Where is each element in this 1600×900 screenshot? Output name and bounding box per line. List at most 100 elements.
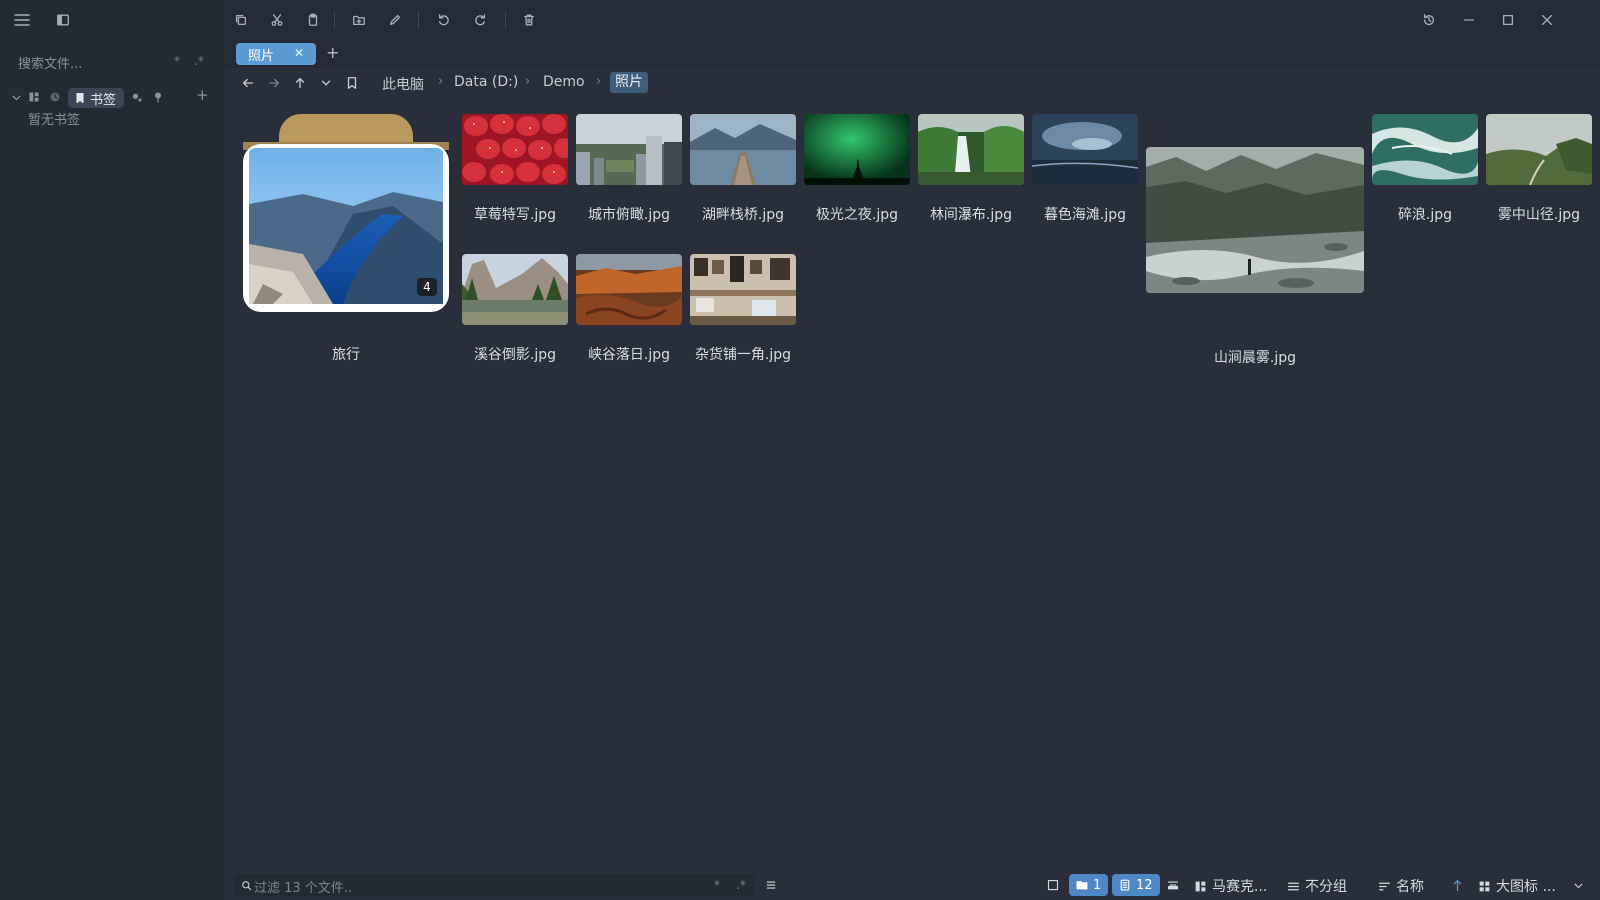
breadcrumb-item[interactable]: Demo: [543, 74, 585, 90]
file-tile[interactable]: 杂货铺一角.jpg: [690, 254, 796, 374]
chevron-down-icon[interactable]: [1572, 879, 1584, 891]
list-options-icon[interactable]: [764, 878, 778, 892]
file-thumbnail: [918, 114, 1024, 185]
search-glob-toggle[interactable]: *: [174, 54, 180, 68]
tab-close-icon[interactable]: ✕: [294, 46, 304, 60]
history-icon[interactable]: [1420, 12, 1438, 28]
close-window-icon[interactable]: [1538, 12, 1556, 28]
file-thumbnail: [576, 114, 682, 185]
file-thumbnail: [462, 114, 568, 185]
redo-icon[interactable]: [471, 12, 489, 28]
large-icons-icon: [1478, 880, 1491, 893]
file-name: 杂货铺一角.jpg: [694, 347, 792, 363]
tab-label: 照片: [248, 48, 275, 64]
folder-count-badge: 4: [417, 278, 437, 296]
breadcrumb-item[interactable]: Data (D:): [454, 74, 518, 90]
file-tile[interactable]: 暮色海滩.jpg: [1032, 114, 1138, 234]
file-tile[interactable]: 林间瀑布.jpg: [918, 114, 1024, 234]
undo-icon[interactable]: [435, 12, 453, 28]
rename-icon[interactable]: [386, 12, 404, 28]
file-tile[interactable]: 雾中山径.jpg: [1486, 114, 1592, 234]
location-icon[interactable]: [151, 90, 165, 104]
folder-name: 旅行: [332, 347, 360, 363]
view-selector[interactable]: 大图标 ...: [1478, 876, 1556, 896]
delete-icon[interactable]: [520, 12, 538, 28]
file-name: 林间瀑布.jpg: [929, 207, 1013, 223]
toggle-sidebar-icon[interactable]: [52, 10, 74, 30]
file-thumbnail: [1146, 147, 1364, 293]
file-thumbnail: [690, 254, 796, 325]
file-thumbnail: [1372, 114, 1478, 185]
file-name: 极光之夜.jpg: [815, 207, 899, 223]
folder-tile[interactable]: 4 旅行: [243, 114, 449, 374]
sidebar-search-input[interactable]: 搜索文件...: [18, 53, 82, 72]
file-name: 山涧晨雾.jpg: [1213, 350, 1297, 366]
breadcrumb-separator: ›: [596, 74, 602, 89]
toolbar-divider: [505, 11, 506, 29]
empty-bookmarks-text: 暂无书签: [28, 113, 81, 128]
bookmark-icon: [74, 92, 86, 104]
file-name: 城市俯瞰.jpg: [587, 207, 671, 223]
sort-selector[interactable]: 名称: [1378, 876, 1424, 896]
file-name: 草莓特写.jpg: [473, 207, 557, 223]
file-thumbnail: [1486, 114, 1592, 185]
file-tile[interactable]: 草莓特写.jpg: [462, 114, 568, 234]
new-folder-icon[interactable]: [350, 12, 368, 28]
preview-pane-icon[interactable]: [1166, 878, 1180, 892]
tags-icon[interactable]: [130, 90, 144, 104]
select-all-checkbox-icon[interactable]: [1046, 878, 1060, 892]
grouping-label: 不分组: [1305, 879, 1347, 895]
file-tile[interactable]: 碎浪.jpg: [1372, 114, 1478, 234]
layout-label: 马赛克...: [1212, 879, 1268, 895]
paste-icon[interactable]: [304, 12, 322, 28]
breadcrumb-item[interactable]: 此电脑: [382, 74, 424, 94]
forward-icon[interactable]: [266, 75, 282, 91]
grouping-selector[interactable]: 不分组: [1287, 876, 1347, 896]
file-thumbnail: [690, 114, 796, 185]
chevron-down-icon[interactable]: [10, 91, 22, 103]
file-name: 峡谷落日.jpg: [587, 347, 671, 363]
filter-glob-toggle[interactable]: *: [714, 878, 720, 892]
file-count-pill[interactable]: 12: [1112, 874, 1160, 896]
file-name: 湖畔栈桥.jpg: [701, 207, 785, 223]
file-thumbnail: [576, 254, 682, 325]
maximize-icon[interactable]: [1499, 12, 1517, 28]
file-tile[interactable]: 峡谷落日.jpg: [576, 254, 682, 374]
file-tile[interactable]: 湖畔栈桥.jpg: [690, 114, 796, 234]
list-icon: [1287, 880, 1300, 893]
file-thumbnail: [462, 254, 568, 325]
file-tile[interactable]: 溪谷倒影.jpg: [462, 254, 568, 374]
copy-icon[interactable]: [232, 12, 250, 28]
recent-icon[interactable]: [48, 90, 62, 104]
bookmarks-label: 书签: [90, 92, 117, 108]
filter-regex-toggle[interactable]: .*: [736, 878, 746, 892]
grid-icon[interactable]: [27, 90, 41, 104]
file-tile[interactable]: 城市俯瞰.jpg: [576, 114, 682, 234]
file-thumbnail: [804, 114, 910, 185]
toolbar-divider: [418, 11, 419, 29]
up-icon[interactable]: [292, 75, 308, 91]
search-regex-toggle[interactable]: .*: [194, 54, 204, 68]
bookmarks-tab[interactable]: 书签: [68, 88, 125, 108]
file-name: 溪谷倒影.jpg: [473, 347, 557, 363]
add-bookmark-button[interactable]: +: [196, 86, 209, 104]
file-icon: [1119, 879, 1131, 891]
bookmark-icon[interactable]: [344, 75, 360, 91]
minimize-icon[interactable]: [1460, 12, 1478, 28]
breadcrumb-separator: ›: [438, 74, 444, 89]
folder-count-pill[interactable]: 1: [1069, 874, 1109, 896]
chevron-down-icon[interactable]: [318, 75, 334, 91]
menu-icon[interactable]: [10, 10, 34, 30]
back-icon[interactable]: [240, 75, 256, 91]
breadcrumb-current[interactable]: 照片: [610, 72, 648, 93]
sort-ascending-icon[interactable]: [1450, 878, 1464, 892]
file-tile[interactable]: 山涧晨雾.jpg: [1146, 147, 1364, 367]
breadcrumb-separator: ›: [525, 74, 531, 89]
new-tab-button[interactable]: +: [326, 43, 339, 62]
sidebar: [0, 0, 224, 900]
file-tile[interactable]: 极光之夜.jpg: [804, 114, 910, 234]
layout-selector[interactable]: 马赛克...: [1194, 876, 1267, 896]
cut-icon[interactable]: [268, 12, 286, 28]
tab-photos[interactable]: 照片 ✕: [236, 43, 316, 65]
file-name: 碎浪.jpg: [1397, 207, 1453, 223]
